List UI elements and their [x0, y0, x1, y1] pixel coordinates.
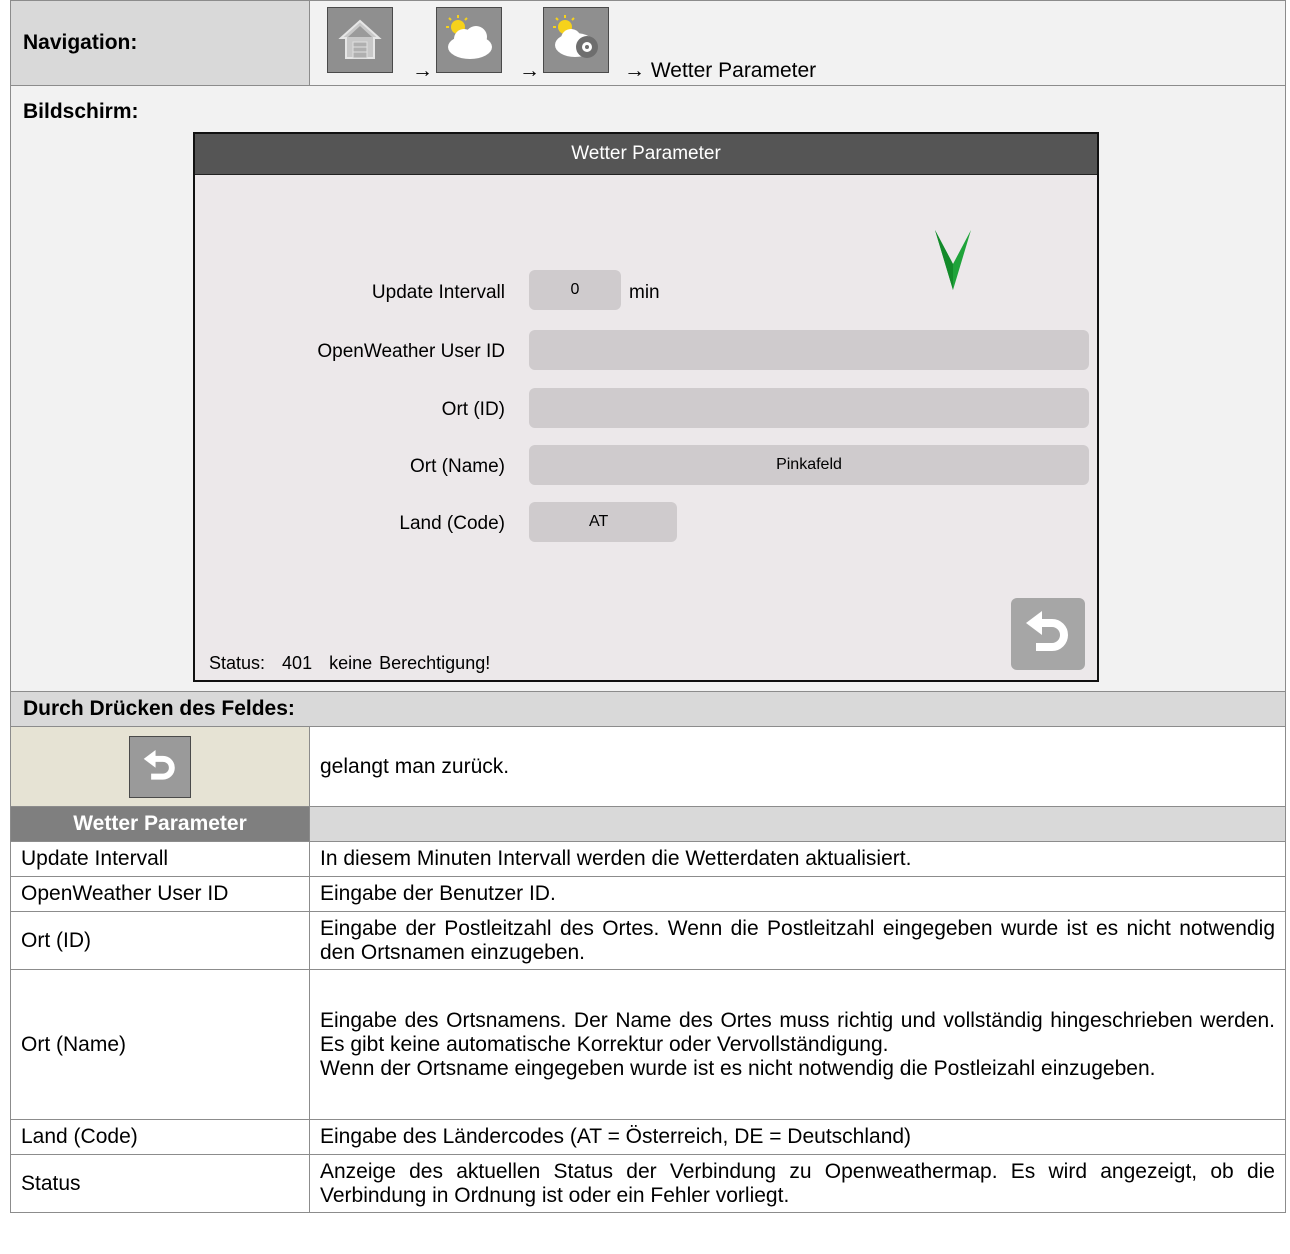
weather-settings-icon[interactable] — [543, 7, 609, 73]
param-name: Ort (Name) — [11, 970, 310, 1119]
params-table-heading: Wetter Parameter — [11, 807, 310, 841]
update-interval-unit: min — [629, 282, 660, 303]
screen-label: Bildschirm: — [23, 100, 139, 123]
land-code-label: Land (Code) — [399, 513, 505, 534]
weather-icon[interactable] — [436, 7, 502, 73]
back-button[interactable] — [1011, 598, 1085, 670]
nav-arrow-2: → — [519, 59, 540, 82]
param-name: Status — [11, 1155, 310, 1212]
update-interval-label: Update Intervall — [371, 282, 505, 303]
ort-id-label: Ort (ID) — [441, 399, 505, 420]
param-name: OpenWeather User ID — [11, 877, 310, 911]
ort-name-label: Ort (Name) — [410, 456, 505, 477]
back-description-row: gelangt man zurück. — [10, 727, 1286, 807]
param-desc: In diesem Minuten Intervall werden die W… — [320, 847, 912, 870]
table-row: Land (Code) Eingabe des Ländercodes (AT … — [10, 1120, 1286, 1155]
ort-name-input[interactable]: Pinkafeld — [529, 445, 1089, 485]
table-row: Status Anzeige des aktuellen Status der … — [10, 1155, 1286, 1213]
status-label: Status: — [209, 653, 266, 673]
param-desc: Anzeige des aktuellen Status der Verbind… — [320, 1159, 1275, 1207]
param-desc: Eingabe der Benutzer ID. — [320, 882, 556, 905]
user-id-input[interactable] — [529, 330, 1089, 370]
navigation-label: Navigation: — [11, 1, 310, 85]
land-code-input[interactable]: AT — [529, 502, 677, 542]
back-description: gelangt man zurück. — [320, 754, 510, 778]
table-row: Update Intervall In diesem Minuten Inter… — [10, 842, 1286, 877]
back-button-cell — [11, 727, 310, 806]
table-row: Ort (ID) Eingabe der Postleitzahl des Or… — [10, 912, 1286, 970]
status-text: keine Berechtigung! — [329, 653, 491, 673]
navigation-target: → Wetter Parameter — [624, 59, 817, 82]
nav-arrow-1: → — [412, 59, 433, 82]
param-name: Update Intervall — [11, 842, 310, 876]
status-line: Status: 401 keine Berechtigung! — [209, 653, 490, 674]
param-desc: Eingabe des Ortsnamens. Der Name des Ort… — [310, 970, 1285, 1119]
param-desc-paragraph: Wenn der Ortsname eingegeben wurde ist e… — [320, 1056, 1156, 1080]
param-name: Ort (ID) — [11, 912, 310, 969]
update-interval-input[interactable]: 0 — [529, 270, 621, 310]
param-name: Land (Code) — [11, 1120, 310, 1154]
ort-id-input[interactable] — [529, 388, 1089, 428]
device-screen: Wetter Parameter Update Intervall 0 min … — [193, 132, 1099, 682]
ok-check-icon — [935, 230, 971, 290]
param-desc: Eingabe der Postleitzahl des Ortes. Wenn… — [320, 916, 1275, 964]
table-row: Ort (Name) Eingabe des Ortsnamens. Der N… — [10, 970, 1286, 1120]
param-desc: Eingabe des Ländercodes (AT = Österreich… — [320, 1125, 912, 1148]
params-table-header: Wetter Parameter — [10, 807, 1286, 842]
status-code: 401 — [282, 653, 313, 673]
back-button-sample[interactable] — [129, 735, 191, 798]
back-arrow-icon — [1026, 611, 1068, 651]
press-section-heading: Durch Drücken des Feldes: — [10, 692, 1286, 727]
home-icon[interactable] — [327, 7, 393, 73]
navigation-path: → → → Wetter Parameter — [310, 1, 1285, 85]
table-row: OpenWeather User ID Eingabe der Benutzer… — [10, 877, 1286, 912]
device-title: Wetter Parameter — [195, 134, 1097, 175]
user-id-label: OpenWeather User ID — [317, 341, 505, 362]
navigation-row: Navigation: → → → Wetter Parameter — [10, 0, 1286, 86]
params-table-header-blank — [310, 807, 1285, 841]
back-arrow-icon — [143, 749, 175, 780]
document: Navigation: → → → Wetter Parameter Bilds… — [10, 0, 1286, 1213]
param-desc-paragraph: Eingabe des Ortsnamens. Der Name des Ort… — [320, 1008, 1275, 1056]
screen-row: Bildschirm: Wetter Parameter Update Inte… — [10, 86, 1286, 692]
